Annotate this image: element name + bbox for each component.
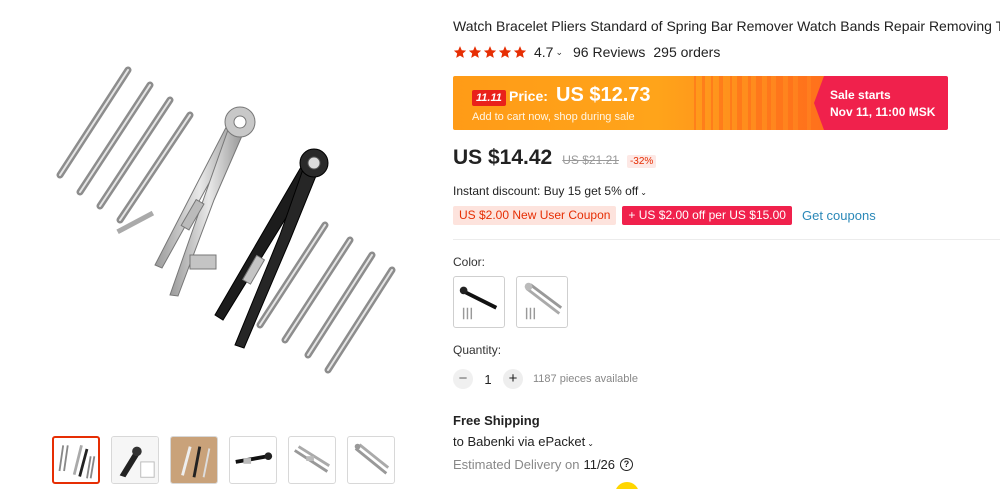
- instant-discount[interactable]: Instant discount: Buy 15 get 5% off ⌄: [453, 184, 647, 198]
- thumbnail-6[interactable]: [347, 436, 395, 484]
- product-gallery: [0, 0, 440, 489]
- rating-score[interactable]: 4.7: [534, 44, 553, 60]
- star-icon: [453, 46, 467, 58]
- sale-event-badge: 11.11: [472, 90, 506, 106]
- thumbnail-strip: [52, 436, 395, 484]
- shipping-title: Free Shipping: [453, 413, 540, 428]
- new-user-coupon[interactable]: US $2.00 New User Coupon: [453, 206, 617, 225]
- rating-stars: [453, 45, 527, 59]
- thumbnail-2[interactable]: [111, 436, 159, 484]
- sale-subtitle: Add to cart now, shop during sale: [472, 111, 635, 123]
- sale-starts-label: Sale starts: [830, 88, 891, 102]
- orders-count: 295 orders: [653, 44, 721, 60]
- coupons-row: US $2.00 New User Coupon + US $2.00 off …: [453, 206, 876, 225]
- original-price: US $21.21: [562, 153, 619, 167]
- divider: [453, 239, 1000, 240]
- star-icon: [483, 46, 497, 58]
- chevron-down-icon: ⌄: [640, 188, 647, 197]
- store-coupon[interactable]: + US $2.00 off per US $15.00: [622, 206, 792, 225]
- thumbnail-1[interactable]: [52, 436, 100, 484]
- thumbnail-3[interactable]: [170, 436, 218, 484]
- sale-price: US $12.73: [556, 84, 651, 106]
- price-row: US $14.42 US $21.21 -32%: [453, 146, 657, 170]
- thumbnail-5[interactable]: [288, 436, 336, 484]
- sale-price-label: Price:: [509, 88, 548, 104]
- product-title: Watch Bracelet Pliers Standard of Spring…: [453, 18, 1000, 34]
- quantity-available: 1187 pieces available: [533, 373, 638, 385]
- color-swatches: [453, 276, 568, 328]
- sale-price-panel: 11.11 Price: US $12.73 Add to cart now, …: [453, 76, 824, 130]
- shipping-destination[interactable]: to Babenki via ePacket ⌄: [453, 434, 594, 449]
- delivery-label: Estimated Delivery on: [453, 457, 580, 472]
- help-icon[interactable]: ?: [620, 458, 634, 471]
- chat-bubble-icon[interactable]: [615, 482, 639, 489]
- sale-start-panel: Sale starts Nov 11, 11:00 MSK: [814, 76, 948, 130]
- quantity-value[interactable]: 1: [473, 372, 503, 387]
- star-icon: [468, 46, 482, 58]
- current-price: US $14.42: [453, 146, 553, 169]
- get-coupons-link[interactable]: Get coupons: [802, 208, 876, 223]
- quantity-stepper: − 1 + 1187 pieces available: [453, 369, 638, 389]
- discount-badge: -32%: [626, 155, 657, 168]
- rating-row: 4.7 ⌄ 96 Reviews 295 orders: [453, 44, 720, 60]
- main-product-image[interactable]: [30, 60, 410, 400]
- instant-discount-text: Instant discount: Buy 15 get 5% off: [453, 184, 639, 198]
- quantity-increase-button[interactable]: +: [503, 369, 523, 389]
- estimated-delivery: Estimated Delivery on 11/26 ?: [453, 457, 634, 472]
- sale-starts-date: Nov 11, 11:00 MSK: [830, 105, 936, 119]
- quantity-decrease-button[interactable]: −: [453, 369, 473, 389]
- shipping-destination-text: to Babenki via ePacket: [453, 434, 586, 449]
- color-label: Color:: [453, 255, 486, 269]
- banner-stripes-decoration: [694, 76, 824, 130]
- star-icon: [513, 46, 527, 58]
- reviews-link[interactable]: 96 Reviews: [573, 44, 645, 60]
- delivery-date: 11/26: [583, 457, 616, 472]
- sale-banner: 11.11 Price: US $12.73 Add to cart now, …: [453, 76, 948, 130]
- chevron-down-icon[interactable]: ⌄: [555, 47, 563, 58]
- color-option-black[interactable]: [453, 276, 505, 328]
- chevron-down-icon: ⌄: [587, 439, 594, 448]
- thumbnail-4[interactable]: [229, 436, 277, 484]
- star-icon: [498, 46, 512, 58]
- quantity-label: Quantity:: [453, 343, 502, 357]
- color-option-silver[interactable]: [516, 276, 568, 328]
